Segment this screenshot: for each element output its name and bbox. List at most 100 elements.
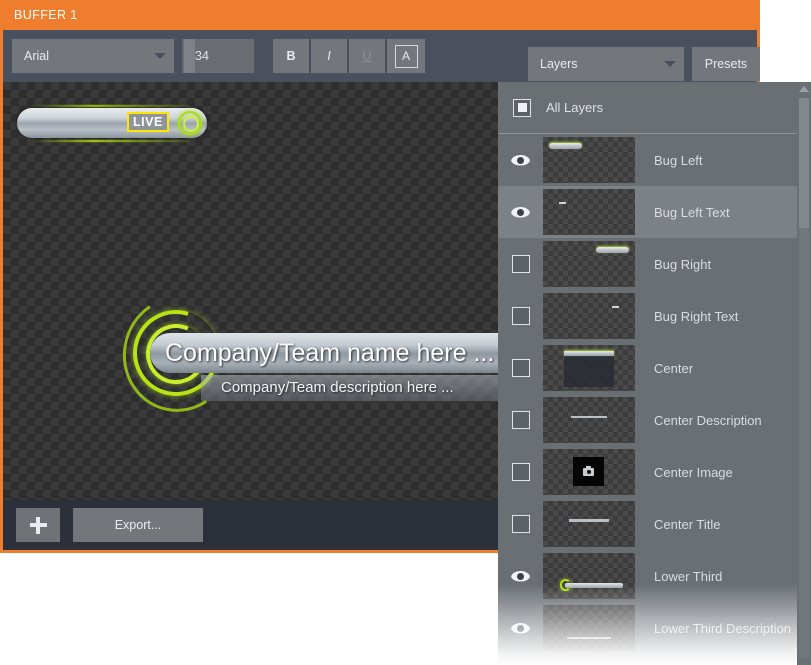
- layer-name: Bug Right: [654, 256, 712, 272]
- app-root: BUFFER 1 Arial 34 B I U A LIVE Company/T…: [0, 0, 811, 665]
- font-family-select[interactable]: Arial: [12, 39, 174, 73]
- underline-button[interactable]: U: [349, 39, 387, 73]
- layer-row[interactable]: Lower Third Description: [498, 602, 811, 654]
- bold-button[interactable]: B: [273, 39, 311, 73]
- chevron-down-icon: [154, 53, 166, 59]
- window-title: BUFFER 1: [14, 8, 78, 22]
- layer-row[interactable]: Bug Right Text: [498, 290, 811, 342]
- layer-visibility-toggle[interactable]: [498, 570, 543, 582]
- thumb-text-graphic: [612, 306, 619, 308]
- layer-name: Bug Left Text: [654, 204, 730, 220]
- window-title-bar: BUFFER 1: [3, 0, 757, 30]
- layer-thumbnail[interactable]: [543, 137, 635, 183]
- layer-row[interactable]: Bug Right: [498, 238, 811, 290]
- eye-hidden-checkbox[interactable]: [511, 359, 530, 377]
- layer-visibility-toggle[interactable]: [498, 622, 543, 634]
- live-badge: LIVE: [127, 112, 169, 132]
- thumb-text-graphic: [569, 519, 609, 522]
- layer-name: Center Title: [654, 516, 721, 532]
- eye-visible-icon[interactable]: [511, 570, 530, 582]
- layer-visibility-toggle[interactable]: [498, 307, 543, 325]
- layer-list: Bug Left Bug Left Text Bug Right Bug Right …: [498, 134, 811, 654]
- thumb-text-graphic: [567, 637, 611, 639]
- layer-row[interactable]: Bug Left: [498, 134, 811, 186]
- text-color-button[interactable]: A: [387, 39, 425, 73]
- italic-button[interactable]: I: [311, 39, 349, 73]
- layer-thumbnail[interactable]: [543, 449, 635, 495]
- plus-icon-vertical: [36, 516, 40, 534]
- all-layers-label: All Layers: [546, 100, 604, 115]
- layer-thumbnail[interactable]: [543, 241, 635, 287]
- layer-name: Center: [654, 360, 694, 376]
- eye-hidden-checkbox[interactable]: [511, 307, 530, 325]
- layer-visibility-toggle[interactable]: [498, 154, 543, 166]
- layer-thumbnail[interactable]: [543, 501, 635, 547]
- bug-left-glow-top: [29, 105, 189, 107]
- font-size-value: 34: [195, 49, 209, 63]
- all-layers-row[interactable]: All Layers: [498, 82, 811, 134]
- layer-row[interactable]: Center Description: [498, 394, 811, 446]
- layer-row[interactable]: Center: [498, 342, 811, 394]
- eye-visible-icon[interactable]: [511, 622, 530, 634]
- layer-thumbnail[interactable]: [543, 553, 635, 599]
- thumb-pill-graphic: [596, 247, 629, 253]
- canvas-lower-third-graphic[interactable]: Company/Team name here ... Company/Team …: [112, 285, 541, 423]
- font-family-value: Arial: [24, 49, 50, 63]
- layer-row[interactable]: Bug Left Text: [498, 186, 811, 238]
- eye-visible-icon[interactable]: [511, 206, 530, 218]
- eye-visible-icon[interactable]: [511, 154, 530, 166]
- lower-third-description-text: Company/Team description here ...: [221, 379, 454, 396]
- presets-button[interactable]: Presets: [692, 47, 760, 81]
- all-layers-checkbox[interactable]: [513, 98, 531, 117]
- layers-mode-select[interactable]: Layers: [528, 47, 684, 81]
- thumb-panel-cap: [564, 351, 614, 356]
- layer-visibility-toggle[interactable]: [498, 411, 543, 429]
- canvas-bug-left-graphic[interactable]: LIVE: [17, 104, 207, 142]
- eye-hidden-checkbox[interactable]: [511, 463, 530, 481]
- thumb-arc-graphic: [560, 579, 571, 591]
- layer-name: Center Image: [654, 464, 733, 480]
- eye-hidden-checkbox[interactable]: [511, 515, 530, 533]
- layers-panel: Layers Presets All Layers Bug Left Bug Le…: [498, 40, 811, 665]
- layer-visibility-toggle[interactable]: [498, 463, 543, 481]
- eye-hidden-checkbox[interactable]: [511, 411, 530, 429]
- layer-visibility-toggle[interactable]: [498, 359, 543, 377]
- layer-thumbnail[interactable]: [543, 605, 635, 651]
- eye-hidden-checkbox[interactable]: [511, 255, 530, 273]
- checkbox-filled-icon: [517, 103, 527, 112]
- layer-thumbnail[interactable]: [543, 345, 635, 391]
- layer-name: Bug Right Text: [654, 308, 739, 324]
- layer-name: Center Description: [654, 412, 762, 428]
- layer-name: Bug Left: [654, 152, 703, 168]
- thumb-bar-graphic: [565, 583, 623, 588]
- chevron-down-icon: [664, 61, 676, 67]
- scrollbar-track[interactable]: [799, 98, 809, 658]
- thumb-text-graphic: [559, 202, 566, 204]
- layers-scrollbar[interactable]: [797, 82, 811, 665]
- camera-icon: [583, 465, 594, 476]
- layer-name: Lower Third Description: [654, 620, 792, 636]
- text-caret: [184, 39, 195, 73]
- thumb-image-placeholder: [573, 457, 604, 486]
- thumb-text-graphic: [571, 416, 607, 418]
- text-style-group: B I U A: [273, 39, 425, 73]
- bug-left-ring-icon: [178, 111, 202, 135]
- layer-visibility-toggle[interactable]: [498, 206, 543, 218]
- font-size-input[interactable]: 34: [182, 39, 254, 73]
- layer-row[interactable]: Lower Third: [498, 550, 811, 602]
- triangle-up-icon[interactable]: [799, 86, 809, 92]
- layer-thumbnail[interactable]: [543, 397, 635, 443]
- layer-row[interactable]: Center Image: [498, 446, 811, 498]
- bug-left-glow-bottom: [29, 140, 189, 142]
- scrollbar-thumb[interactable]: [799, 98, 809, 228]
- layer-visibility-toggle[interactable]: [498, 255, 543, 273]
- export-button[interactable]: Export...: [73, 508, 203, 542]
- layer-thumbnail[interactable]: [543, 189, 635, 235]
- layer-name: Lower Third: [654, 568, 723, 584]
- layers-panel-body: All Layers Bug Left Bug Left Text Bug Righ…: [498, 82, 811, 665]
- layer-visibility-toggle[interactable]: [498, 515, 543, 533]
- layer-row[interactable]: Center Title: [498, 498, 811, 550]
- layer-thumbnail[interactable]: [543, 293, 635, 339]
- layers-mode-value: Layers: [540, 57, 578, 71]
- add-button[interactable]: [16, 508, 60, 542]
